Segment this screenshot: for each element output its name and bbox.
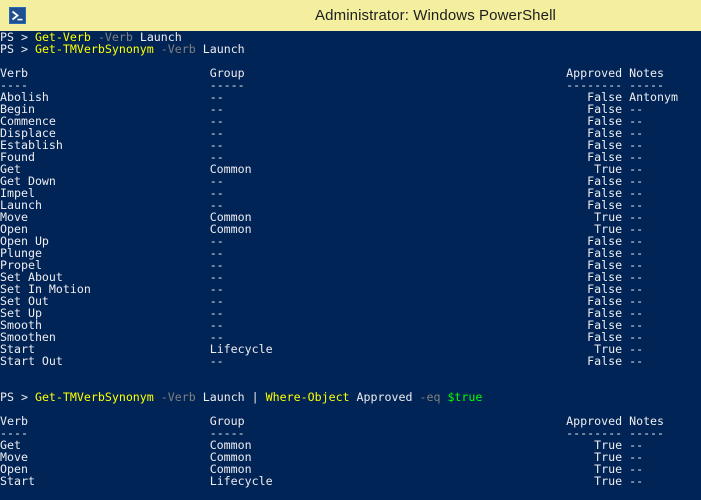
cmdlet-name: Get-TMVerbSynonym (34, 390, 154, 404)
cell-notes: -- (629, 474, 644, 488)
filter-operator: -eq (419, 390, 441, 404)
cell-group: -- (209, 354, 224, 368)
argument-value: Launch (202, 390, 245, 404)
prompt: PS > (0, 42, 35, 56)
filter-property: Approved (356, 390, 413, 404)
pad (224, 354, 587, 368)
cell-verb: Start Out (0, 354, 63, 368)
pad (273, 474, 595, 488)
table-row: Start Out -- False -- (0, 355, 701, 367)
cell-approved: False (587, 354, 623, 368)
filter-cmdlet-name: Where-Object (265, 390, 350, 404)
filter-value: $true (447, 390, 483, 404)
command-line: PS > Get-TMVerbSynonym -Verb Launch (0, 43, 701, 55)
title-bar[interactable]: Administrator: Windows PowerShell (0, 0, 701, 31)
cmdlet-name: Get-TMVerbSynonym (34, 42, 154, 56)
parameter-name: -Verb (160, 390, 196, 404)
command-line: PS > Get-TMVerbSynonym -Verb Launch | Wh… (0, 391, 701, 403)
console-output[interactable]: PS > Get-Verb -Verb Launch PS > Get-TMVer… (0, 31, 701, 500)
prompt: PS > (0, 390, 35, 404)
cell-approved: True (594, 474, 623, 488)
pipe-operator: | (251, 390, 259, 404)
pad (35, 474, 210, 488)
cell-group: Lifecycle (209, 474, 273, 488)
argument-value: Launch (202, 42, 245, 56)
cell-notes: -- (629, 354, 644, 368)
cell-verb: Start (0, 474, 35, 488)
table-row: Start Lifecycle True -- (0, 475, 701, 487)
pad (63, 354, 210, 368)
powershell-window: Administrator: Windows PowerShell PS > G… (0, 0, 701, 500)
window-title: Administrator: Windows PowerShell (315, 7, 556, 24)
parameter-name: -Verb (160, 42, 196, 56)
